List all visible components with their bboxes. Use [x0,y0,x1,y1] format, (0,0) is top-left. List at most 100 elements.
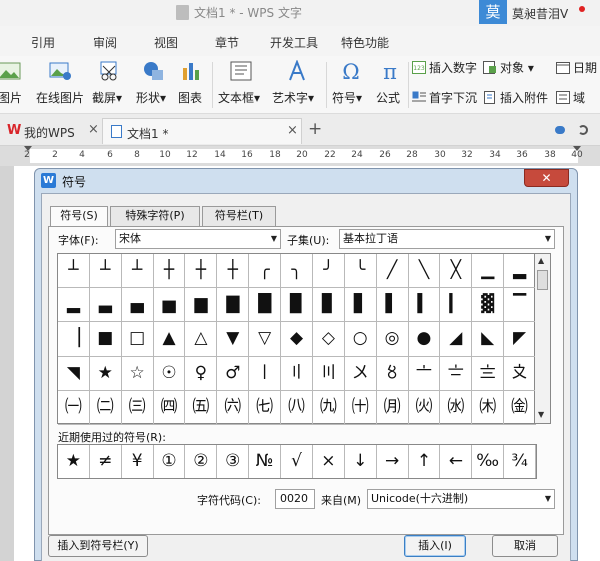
recent-symbol-cell[interactable]: √ [281,445,313,478]
date-button[interactable]: 日期 [556,59,597,79]
symbol-cell[interactable]: ㈬ [440,390,473,425]
symbol-cell[interactable]: ㈦ [249,390,282,425]
font-select[interactable]: 宋体 ▼ [115,229,281,249]
recent-symbol-cell[interactable]: ↑ [409,445,441,478]
menu-tab-section[interactable]: 章节 [215,34,239,51]
shapes-button[interactable]: 形状▾ [136,56,170,105]
recent-symbol-cell[interactable]: ★ [58,445,90,478]
symbol-cell[interactable]: ▂ [504,254,536,289]
menu-tab-review[interactable]: 审阅 [93,34,117,51]
symbol-cell[interactable]: ㈡ [89,390,122,425]
symbol-cell[interactable]: 〡 [249,356,282,391]
symbol-cell[interactable]: ╰ [344,254,377,289]
symbol-cell[interactable]: ㈩ [344,390,377,425]
symbol-cell[interactable]: ◆ [281,322,313,357]
symbol-cell[interactable]: ● [408,322,441,357]
menu-tab-developer[interactable]: 开发工具 [270,34,318,51]
symbol-cell[interactable]: ┼ [185,254,218,289]
symbol-cell[interactable]: ▇ [217,288,250,323]
symbol-cell[interactable]: ㈨ [312,390,345,425]
symbol-cell[interactable]: ▊ [312,288,345,323]
recent-symbol-cell[interactable]: × [313,445,345,478]
username[interactable]: 莫昶昔泪V [512,5,568,22]
symbol-cell[interactable]: ★ [89,356,122,391]
symbol-cell[interactable]: ▲ [153,322,186,357]
symbol-cell[interactable]: ㈥ [217,390,250,425]
symbol-cell[interactable]: ▌ [376,288,409,323]
symbol-cell[interactable]: ┼ [153,254,186,289]
picture-button[interactable]: 图片 [0,56,22,105]
tab-symbols[interactable]: 符号(S) [50,206,108,227]
scroll-thumb[interactable] [537,270,548,290]
recent-symbol-cell[interactable]: ③ [217,445,250,478]
user-avatar[interactable]: 莫 [479,0,507,24]
recent-symbol-cell[interactable]: ¥ [122,445,154,478]
symbol-cell[interactable]: ▅ [153,288,186,323]
tab-special-characters[interactable]: 特殊字符(P) [110,206,200,226]
symbol-cell[interactable]: ◤ [504,322,536,357]
symbol-cell[interactable]: ▽ [249,322,282,357]
insert-number-button[interactable]: 123 插入数字 [412,59,477,79]
object-button[interactable]: 对象 ▾ [483,59,534,79]
scroll-down-icon[interactable]: ▼ [538,410,544,419]
menu-tab-features[interactable]: 特色功能 [341,34,389,51]
symbol-cell[interactable]: ◎ [376,322,409,357]
close-icon[interactable]: × [287,123,298,138]
insert-attachment-button[interactable]: 插入附件 [483,89,548,109]
symbol-cell[interactable]: ╳ [440,254,473,289]
field-button[interactable]: 域 [556,89,585,109]
symbol-cell[interactable]: ◇ [312,322,345,357]
symbol-cell[interactable]: ▋ [344,288,377,323]
symbol-cell[interactable]: ㈭ [472,390,505,425]
symbol-cell[interactable]: △ [185,322,218,357]
character-code-input[interactable]: 0020 [275,489,315,509]
symbol-cell[interactable]: 〨 [472,356,505,391]
recent-symbol-cell[interactable]: ① [154,445,186,478]
symbol-grid-scrollbar[interactable]: ▲ ▼ [535,253,551,424]
tab-symbol-bar[interactable]: 符号栏(T) [202,206,276,226]
sync-icon[interactable] [578,125,588,135]
insert-to-symbol-bar-button[interactable]: 插入到符号栏(Y) [48,535,148,557]
symbol-cell[interactable]: ▔ [504,288,536,323]
symbol-cell[interactable]: ┴ [58,254,90,289]
symbol-button[interactable]: Ω 符号▾ [332,56,370,105]
symbol-cell[interactable]: ╯ [312,254,345,289]
dialog-close-button[interactable]: ✕ [524,169,569,187]
chart-button[interactable]: 图表 [178,56,206,105]
symbol-cell[interactable]: 〣 [312,356,345,391]
symbol-cell[interactable]: ▓ [472,288,505,323]
symbol-cell[interactable]: ┼ [217,254,250,289]
symbol-cell[interactable]: ○ [344,322,377,357]
new-tab-icon[interactable]: + [308,119,322,139]
drop-cap-button[interactable]: 首字下沉 [412,89,477,109]
symbol-cell[interactable]: ☉ [153,356,186,391]
symbol-cell[interactable]: ㈧ [281,390,313,425]
recent-symbol-cell[interactable]: ← [440,445,473,478]
symbol-cell[interactable]: ▆ [185,288,218,323]
symbol-cell[interactable]: ㈫ [408,390,441,425]
symbol-cell[interactable]: ┴ [121,254,154,289]
symbol-cell[interactable]: ㈪ [376,390,409,425]
recent-symbol-cell[interactable]: ‰ [472,445,505,478]
symbol-cell[interactable]: ▂ [58,288,90,323]
recent-symbol-cell[interactable]: → [377,445,409,478]
symbol-cell[interactable]: ㈢ [121,390,154,425]
symbol-cell[interactable]: ▄ [121,288,154,323]
symbol-cell[interactable]: ㈮ [504,390,536,425]
symbol-cell[interactable]: ☆ [121,356,154,391]
tab-my-wps[interactable]: W 我的WPS × [0,118,100,144]
symbol-cell[interactable]: ■ [89,322,122,357]
menu-tab-view[interactable]: 视图 [154,34,178,51]
symbol-cell[interactable]: ㈠ [58,390,90,425]
tab-document1[interactable]: 文档1 * × [102,118,302,144]
symbol-cell[interactable]: 〧 [440,356,473,391]
subset-select[interactable]: 基本拉丁语 ▼ [339,229,555,249]
insert-button[interactable]: 插入(I) [404,535,466,557]
wordart-button[interactable]: 艺术字▾ [272,56,322,105]
symbol-cell[interactable]: ┴ [89,254,122,289]
symbol-cell[interactable]: ╲ [408,254,441,289]
symbol-cell[interactable]: 〩 [504,356,536,391]
symbol-cell[interactable]: ㈣ [153,390,186,425]
recent-symbol-cell[interactable]: ↓ [345,445,377,478]
symbol-cell[interactable]: 〤 [344,356,377,391]
